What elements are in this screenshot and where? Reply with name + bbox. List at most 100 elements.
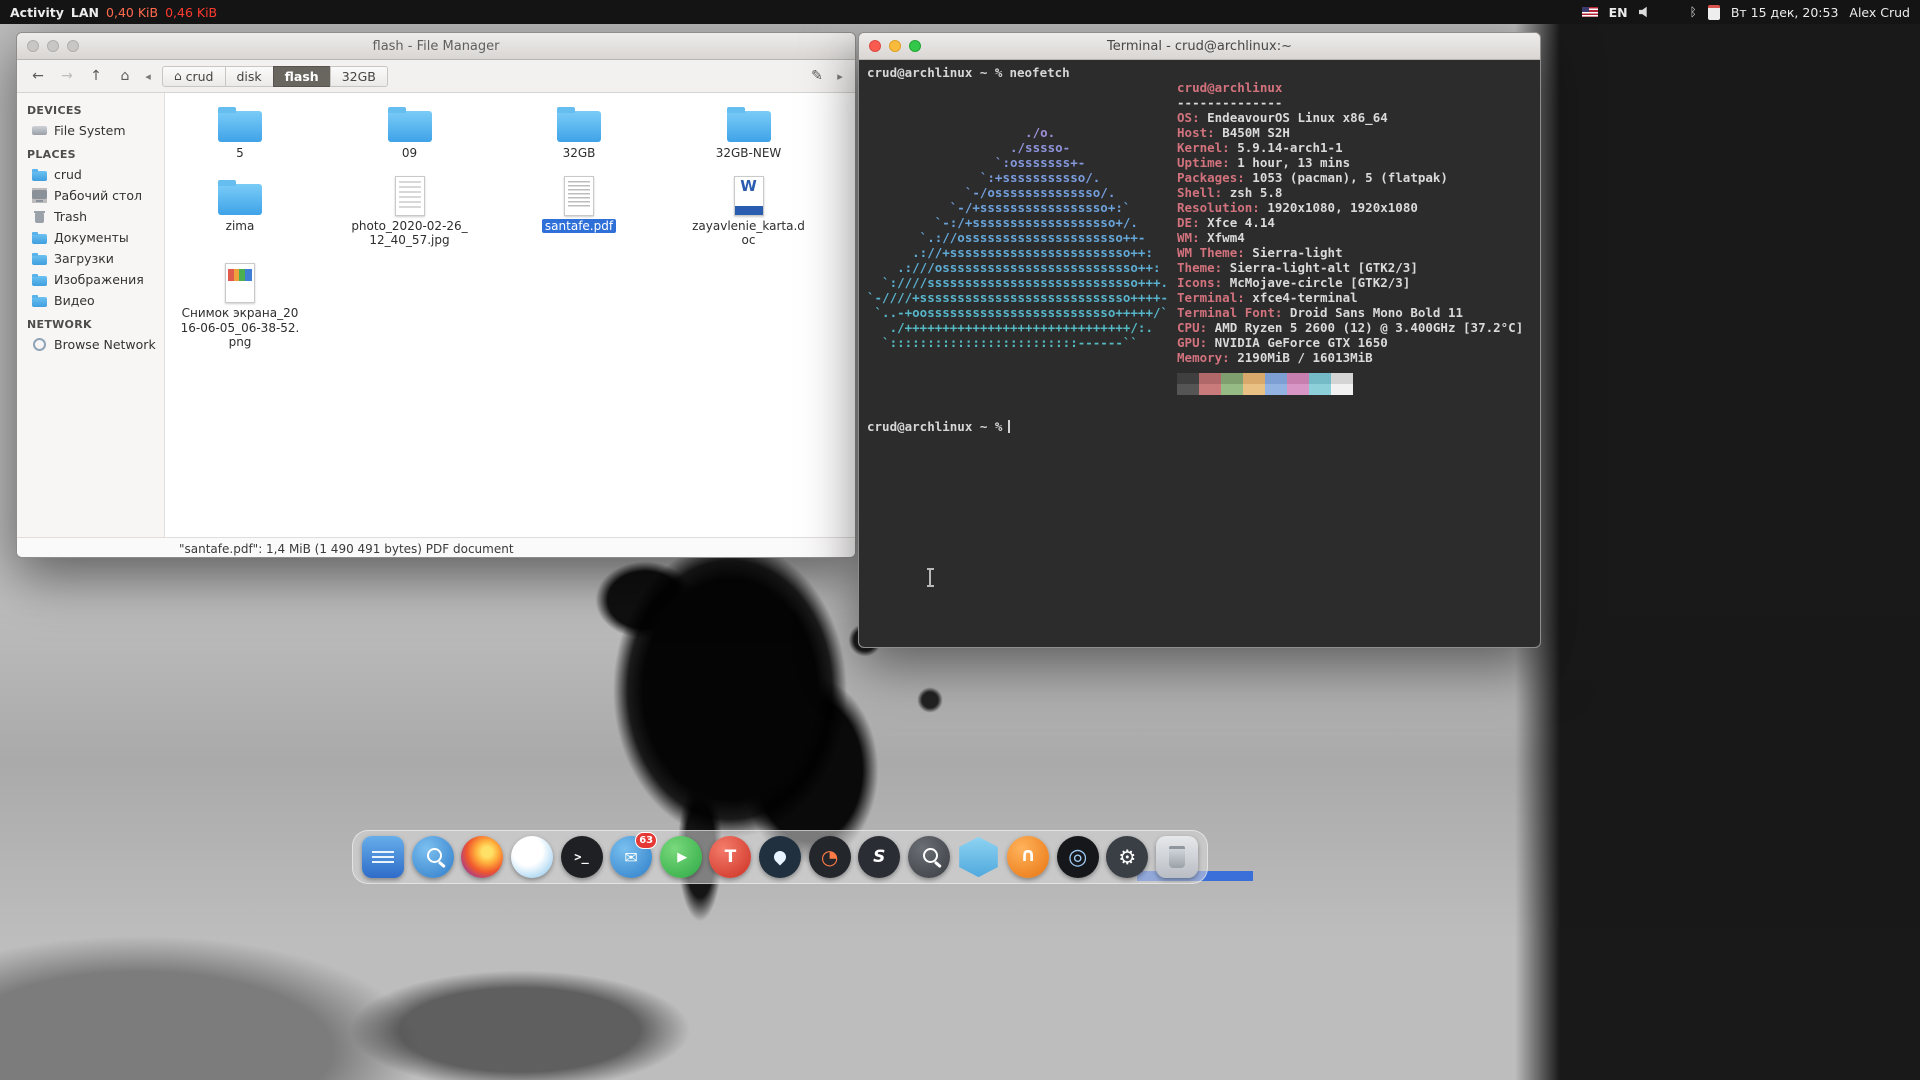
file-item[interactable]: zayavlenie_karta.doc [680, 176, 818, 247]
bluetooth-icon[interactable]: ᛒ [1690, 6, 1697, 18]
palette-swatch [1331, 384, 1353, 395]
dock-icon-file-search[interactable] [908, 836, 950, 878]
dock-icon-settings[interactable]: ⚙ [1106, 836, 1148, 878]
breadcrumb-label: crud [186, 69, 214, 84]
dock-icon-s-app[interactable]: S [858, 836, 900, 878]
wifi-icon[interactable] [1663, 7, 1679, 17]
dock-icon-browser[interactable] [511, 836, 553, 878]
info-label: Uptime: [1177, 155, 1230, 170]
terminal-titlebar[interactable]: Terminal - crud@archlinux:~ [859, 33, 1540, 60]
file-icon [217, 103, 263, 143]
typed-command: neofetch [1009, 65, 1069, 80]
close-icon[interactable] [27, 40, 39, 52]
sidebar-item-label: Загрузки [54, 251, 114, 266]
info-label: Theme: [1177, 260, 1222, 275]
sidebar-item[interactable]: crud [17, 164, 164, 185]
dock-icon-music[interactable]: ∩ [1007, 836, 1049, 878]
dock-icon-mail[interactable]: ✉ 63 [610, 836, 652, 878]
neofetch-info-line: Shell: zsh 5.8 [1177, 185, 1523, 200]
dock-icon-t-app[interactable]: T [709, 836, 751, 878]
dock-icon-media-player[interactable]: ▶ [660, 836, 702, 878]
palette-swatch [1199, 384, 1221, 395]
dock-icon-system-monitor[interactable]: ◔ [809, 836, 851, 878]
dock-icon-firefox[interactable] [461, 836, 503, 878]
sidebar-item[interactable]: Видео [17, 290, 164, 311]
sidebar-item[interactable]: Trash [17, 206, 164, 227]
breadcrumb-item[interactable]: ⌂ crud [162, 66, 226, 87]
window-title: Terminal - crud@archlinux:~ [859, 39, 1540, 54]
info-label: Icons: [1177, 275, 1222, 290]
dock-icon-app-finder[interactable] [412, 836, 454, 878]
up-button[interactable]: ↑ [83, 65, 109, 87]
breadcrumb-item[interactable]: ⌂ flash [273, 66, 331, 87]
calendar-icon[interactable] [1708, 5, 1720, 20]
neofetch-ascii-logo: ./o. ./sssso- `:osssssss+- `:+ssssssssss… [867, 80, 1168, 395]
info-value: 1053 (pacman), 5 (flatpak) [1245, 170, 1448, 185]
dock-icon-terminal[interactable]: >_ [561, 836, 603, 878]
file-item[interactable]: photo_2020-02-26_12_40_57.jpg [341, 176, 479, 247]
forward-button[interactable]: → [54, 65, 80, 87]
dock-icon-water-drop-app[interactable] [759, 836, 801, 878]
keyboard-layout-flag-icon[interactable] [1582, 7, 1598, 17]
breadcrumb-item[interactable]: ⌂ disk [225, 66, 274, 87]
sidebar-item[interactable]: File System [17, 120, 164, 141]
sidebar-network-list: Browse Network [17, 334, 164, 355]
minimize-icon[interactable] [47, 40, 59, 52]
info-value: EndeavourOS Linux x86_64 [1200, 110, 1388, 125]
neofetch-info-line: Kernel: 5.9.14-arch1-1 [1177, 140, 1523, 155]
volume-icon[interactable] [1639, 6, 1652, 18]
ascii-art-line: ./sssso- [867, 140, 1168, 155]
desktop-wallpaper[interactable]: Activity LAN 0,40 KiB 0,46 KiB EN ᛒ Вт 1… [0, 0, 1920, 1080]
sidebar-header-places: PLACES [17, 141, 164, 164]
file-item[interactable]: zima [171, 176, 309, 247]
sidebar-places-list: crud Рабочий стол Trash [17, 164, 164, 311]
window-title: flash - File Manager [17, 39, 855, 54]
info-label: Host: [1177, 125, 1215, 140]
breadcrumb-label: 32GB [342, 69, 376, 84]
chevron-right-icon[interactable]: ▸ [833, 70, 847, 83]
minimize-icon[interactable] [889, 40, 901, 52]
file-label: 5 [236, 146, 244, 160]
home-button[interactable]: ⌂ [112, 65, 138, 87]
clock[interactable]: Вт 15 дек, 20:53 [1731, 5, 1839, 20]
sidebar: DEVICES File System PLACES [17, 93, 165, 537]
maximize-icon[interactable] [909, 40, 921, 52]
notification-badge: 63 [635, 832, 657, 849]
sidebar-item[interactable]: Документы [17, 227, 164, 248]
neofetch-info-line: WM Theme: Sierra-light [1177, 245, 1523, 260]
back-button[interactable]: ← [25, 65, 51, 87]
file-item[interactable]: 32GB-NEW [680, 103, 818, 160]
keyboard-layout-label[interactable]: EN [1609, 5, 1628, 20]
activity-menu-button[interactable]: Activity [10, 5, 64, 20]
breadcrumb-item[interactable]: ⌂ 32GB [330, 66, 388, 87]
user-menu[interactable]: Alex Crud [1849, 5, 1910, 20]
ascii-art-line: `..-+oosssssssssssssssssssssssso+++++/` [867, 305, 1168, 320]
info-value: 5.9.14-arch1-1 [1230, 140, 1343, 155]
close-icon[interactable] [869, 40, 881, 52]
sidebar-item[interactable]: Рабочий стол [17, 185, 164, 206]
edit-path-icon[interactable]: ✎ [804, 65, 830, 87]
file-item[interactable]: Снимок экрана_2016-06-05_06-38-52.png [171, 263, 309, 348]
sidebar-item[interactable]: Загрузки [17, 248, 164, 269]
sidebar-item[interactable]: Browse Network [17, 334, 164, 355]
sidebar-header-devices: DEVICES [17, 97, 164, 120]
dock-icon-camera-lens[interactable]: ◎ [1057, 836, 1099, 878]
dock-icon-package-manager[interactable] [958, 836, 1000, 878]
file-manager-titlebar[interactable]: flash - File Manager [17, 33, 855, 60]
neofetch-info-line: Resolution: 1920x1080, 1920x1080 [1177, 200, 1523, 215]
info-label: Terminal Font: [1177, 305, 1282, 320]
dock-icon-trash[interactable] [1156, 836, 1198, 878]
sidebar-item[interactable]: Изображения [17, 269, 164, 290]
file-item[interactable]: 32GB [510, 103, 648, 160]
dock-icon-file-manager[interactable] [362, 836, 404, 878]
file-item[interactable]: 5 [171, 103, 309, 160]
terminal-content[interactable]: crud@archlinux ~ %neofetch ./o. ./sssso-… [859, 60, 1540, 647]
file-view[interactable]: 5 09 32GB [165, 93, 855, 537]
chevron-left-icon[interactable]: ◂ [141, 70, 155, 83]
file-item[interactable]: 09 [341, 103, 479, 160]
breadcrumb-label: disk [237, 69, 262, 84]
file-item[interactable]: santafe.pdf [510, 176, 648, 247]
maximize-icon[interactable] [67, 40, 79, 52]
info-value: Sierra-light [1245, 245, 1343, 260]
file-icon [217, 263, 263, 303]
